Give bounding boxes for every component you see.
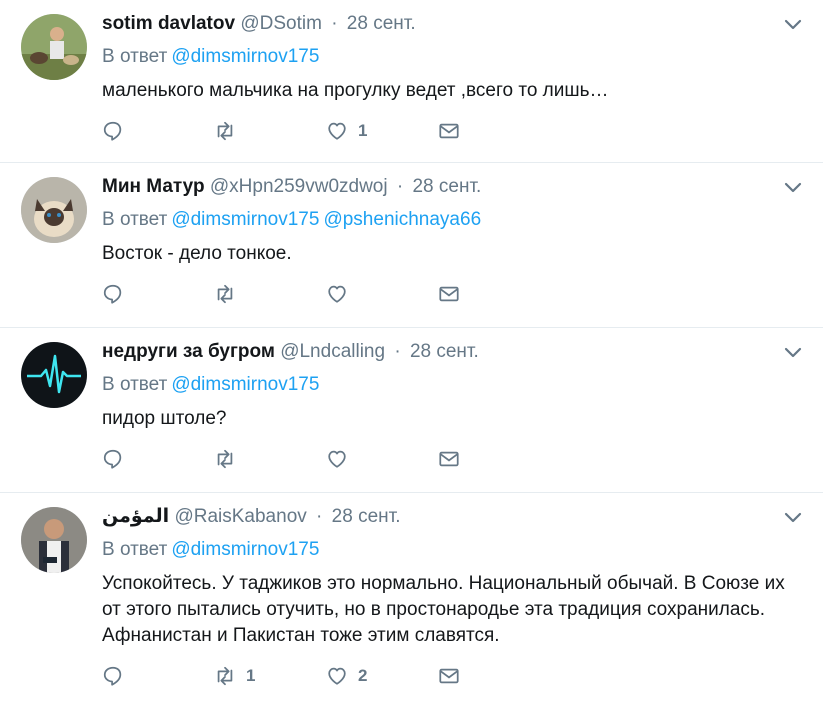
mention-link[interactable]: @dimsmirnov175 (171, 209, 319, 230)
like-button[interactable] (326, 283, 438, 305)
avatar-man-in-vest-image (21, 507, 87, 573)
envelope-icon (439, 451, 459, 467)
tweet-text: пидор штоле? (102, 408, 227, 429)
user-handle[interactable]: @RaisKabanov (174, 506, 306, 527)
tweet-header: sotim davlatov @DSotim · 28 сент. (102, 12, 793, 38)
reply-icon (103, 449, 122, 469)
reply-prefix: В ответ (102, 539, 168, 560)
retweet-button[interactable] (214, 120, 326, 142)
retweet-icon (217, 121, 233, 141)
timestamp[interactable]: 28 сент. (347, 13, 416, 34)
chevron-down-icon[interactable] (783, 346, 803, 360)
like-count: 2 (358, 666, 368, 685)
chevron-down-icon[interactable] (783, 511, 803, 525)
like-button[interactable]: 2 (326, 665, 438, 687)
tweet-actions: 1 (102, 116, 793, 146)
mention-link[interactable]: @dimsmirnov175 (171, 374, 319, 395)
reply-context: В ответ @dimsmirnov175 (102, 373, 793, 397)
heart-icon (328, 450, 346, 468)
avatar[interactable] (21, 177, 87, 243)
tweet-text: маленького мальчика на прогулку ведет ,в… (102, 80, 609, 101)
display-name[interactable]: sotim davlatov (102, 13, 235, 34)
reply-context: В ответ @dimsmirnov175 (102, 45, 793, 69)
reply-button[interactable] (102, 448, 214, 470)
avatar-siamese-cat-image (21, 177, 87, 243)
envelope-icon (439, 123, 459, 139)
mention-link[interactable]: @dimsmirnov175 (171, 539, 319, 560)
direct-message-button[interactable] (438, 448, 550, 470)
reply-button[interactable] (102, 120, 214, 142)
retweet-icon (217, 666, 233, 686)
reply-context: В ответ @dimsmirnov175 (102, 538, 793, 562)
tweet-actions (102, 279, 793, 309)
display-name[interactable]: недруги за бугром (102, 341, 275, 362)
reply-context: В ответ @dimsmirnov175 @pshenichnaya66 (102, 208, 793, 232)
separator: · (316, 506, 323, 527)
tweet-actions (102, 444, 793, 474)
tweet[interactable]: المؤمن @RaisKabanov · 28 сент. В ответ @d… (0, 493, 823, 715)
timestamp[interactable]: 28 сент. (332, 506, 401, 527)
separator: · (396, 176, 404, 197)
reply-button[interactable] (102, 283, 214, 305)
reply-button[interactable] (102, 665, 214, 687)
timestamp[interactable]: 28 сент. (412, 176, 481, 197)
user-handle[interactable]: @Lndcalling (280, 341, 385, 362)
heart-icon (328, 122, 346, 140)
display-name[interactable]: Мин Матур (102, 176, 205, 197)
retweet-icon (217, 284, 233, 304)
reply-prefix: В ответ (102, 46, 168, 67)
reply-icon (103, 121, 122, 141)
direct-message-button[interactable] (438, 120, 550, 142)
mention-link[interactable]: @dimsmirnov175 (171, 46, 319, 67)
tweet-text: Успокойтесь. У таджиков это нормально. Н… (102, 573, 785, 646)
reply-icon (103, 284, 122, 304)
direct-message-button[interactable] (438, 283, 550, 305)
tweet-text: Восток - дело тонкое. (102, 243, 292, 264)
display-name[interactable]: المؤمن (102, 506, 169, 527)
avatar-man-with-dogs-image (21, 14, 87, 80)
retweet-button[interactable] (214, 448, 326, 470)
tweet-actions: 1 2 (102, 661, 793, 691)
retweet-button[interactable]: 1 (214, 665, 326, 687)
avatar[interactable] (21, 507, 87, 573)
heart-icon (328, 667, 346, 685)
reply-prefix: В ответ (102, 209, 168, 230)
tweet-header: المؤمن @RaisKabanov · 28 сент. (102, 505, 793, 531)
chevron-down-icon[interactable] (783, 18, 803, 32)
user-handle[interactable]: @xHpn259vw0zdwoj (210, 176, 388, 197)
chevron-down-icon[interactable] (783, 181, 803, 195)
direct-message-button[interactable] (438, 665, 550, 687)
tweet-feed: sotim davlatov @DSotim · 28 сент. В отве… (0, 0, 823, 715)
tweet[interactable]: sotim davlatov @DSotim · 28 сент. В отве… (0, 0, 823, 163)
retweet-button[interactable] (214, 283, 326, 305)
reply-icon (103, 666, 122, 686)
tweet[interactable]: недруги за бугром @Lndcalling · 28 сент.… (0, 328, 823, 493)
tweet-header: недруги за бугром @Lndcalling · 28 сент. (102, 340, 793, 366)
retweet-icon (217, 449, 233, 469)
avatar[interactable] (21, 14, 87, 80)
avatar[interactable] (21, 342, 87, 408)
retweet-count: 1 (246, 666, 256, 685)
mention-link[interactable]: @pshenichnaya66 (323, 209, 481, 230)
heart-icon (328, 285, 346, 303)
like-button[interactable] (326, 448, 438, 470)
reply-prefix: В ответ (102, 374, 168, 395)
avatar-heartbeat-line-image (21, 342, 87, 408)
like-button[interactable]: 1 (326, 120, 438, 142)
tweet[interactable]: Мин Матур @xHpn259vw0zdwoj · 28 сент. В … (0, 163, 823, 328)
user-handle[interactable]: @DSotim (240, 13, 322, 34)
tweet-header: Мин Матур @xHpn259vw0zdwoj · 28 сент. (102, 175, 793, 201)
separator: · (331, 13, 338, 34)
like-count: 1 (358, 121, 368, 140)
separator: · (394, 341, 401, 362)
timestamp[interactable]: 28 сент. (410, 341, 479, 362)
envelope-icon (439, 286, 459, 302)
envelope-icon (439, 668, 459, 684)
